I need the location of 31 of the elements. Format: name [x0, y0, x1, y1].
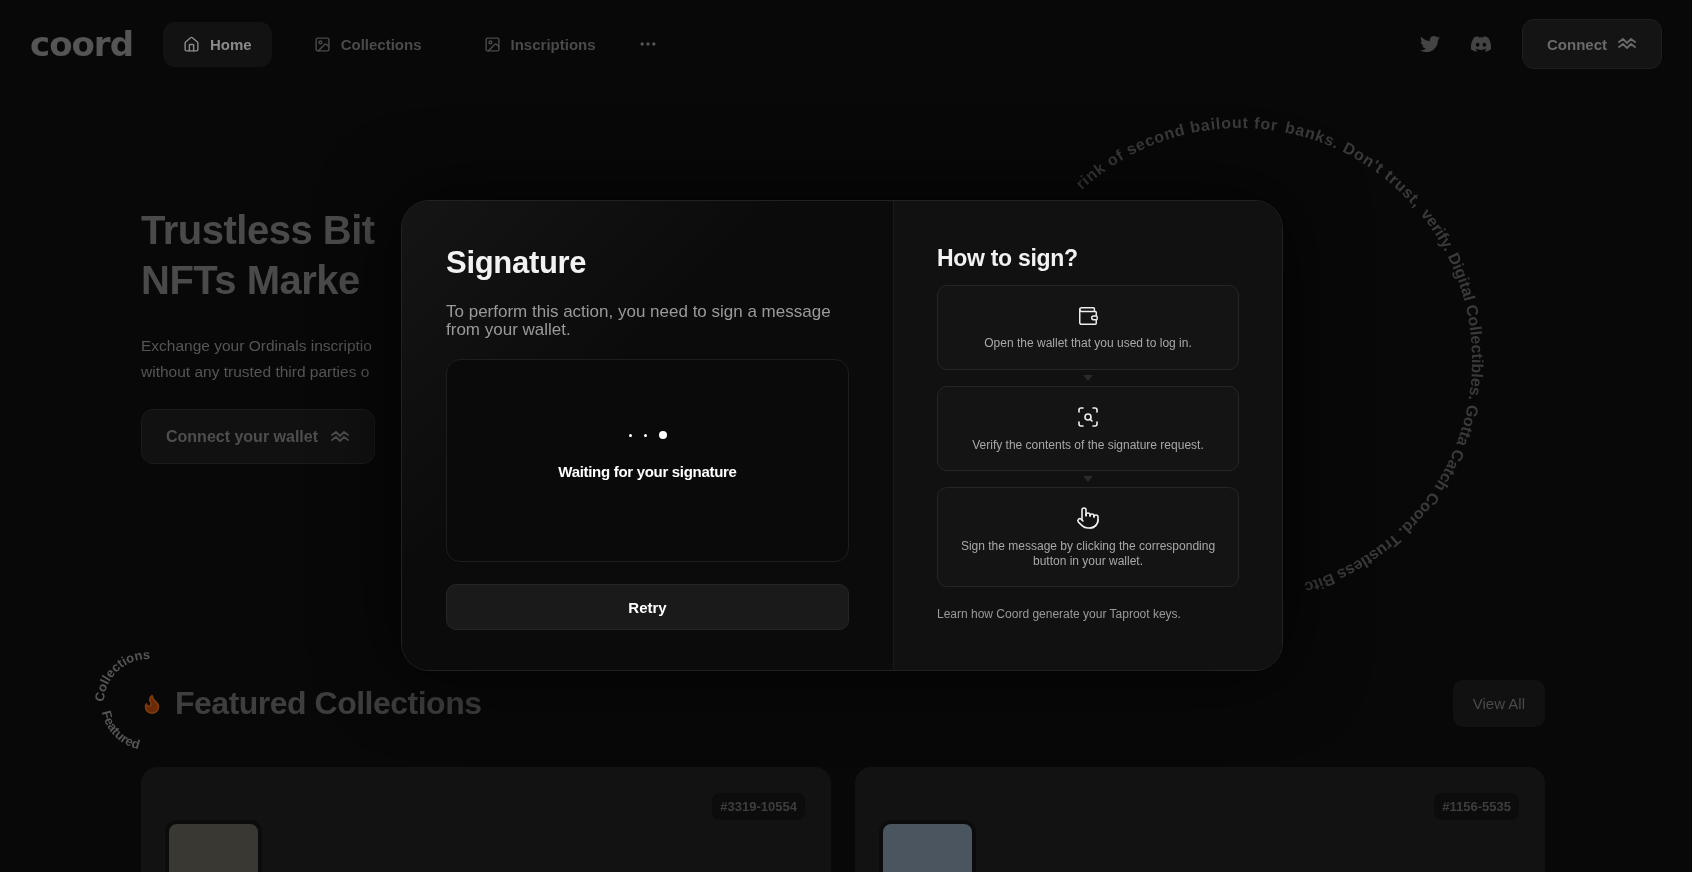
hero-subtitle: without any trusted third parties o: [141, 362, 370, 382]
step-text: Sign the message by clicking the corresponding button in your wallet.: [959, 538, 1217, 569]
hero-title: NFTs Marke: [141, 257, 360, 304]
wallet-icon: [1077, 304, 1099, 327]
scan-search-icon: [1076, 404, 1100, 429]
view-all-button[interactable]: View All: [1452, 680, 1545, 727]
logo[interactable]: coord: [30, 24, 133, 64]
wave-icon: [1617, 38, 1637, 50]
nav-tab[interactable]: Collections: [293, 21, 442, 67]
image-icon: [483, 35, 501, 53]
taproot-link[interactable]: Learn how Coord generate your Taproot keys.: [937, 607, 1239, 621]
connect-button[interactable]: Connect: [1522, 19, 1662, 69]
waiting-status: Waiting for your signature: [558, 463, 737, 480]
caret-icon: [1083, 476, 1093, 482]
caret-icon: [1083, 375, 1093, 381]
dialog-title: Signature: [446, 245, 588, 281]
pointer-hand-icon: [1076, 505, 1100, 530]
step-text: Verify the contents of the signature request.: [972, 437, 1204, 453]
home-icon: [183, 35, 200, 53]
help-title: How to sign?: [937, 245, 1079, 272]
hero-title: Trustless Bit: [141, 207, 375, 254]
step-text: Open the wallet that you used to log in.: [984, 335, 1192, 351]
twitter-icon[interactable]: [1420, 34, 1440, 54]
dialog-description: To perform this action, you need to sign a message from your wallet.: [446, 303, 832, 339]
wave-icon: [330, 430, 351, 443]
nav-tab[interactable]: Inscriptions: [463, 21, 616, 67]
nav-tab[interactable]: Home: [163, 21, 272, 67]
retry-button[interactable]: Retry: [446, 584, 849, 630]
connect-wallet-button[interactable]: Connect your wallet: [141, 409, 376, 464]
image-icon: [313, 35, 331, 53]
hero-subtitle: Exchange your Ordinals inscriptio: [141, 336, 372, 356]
